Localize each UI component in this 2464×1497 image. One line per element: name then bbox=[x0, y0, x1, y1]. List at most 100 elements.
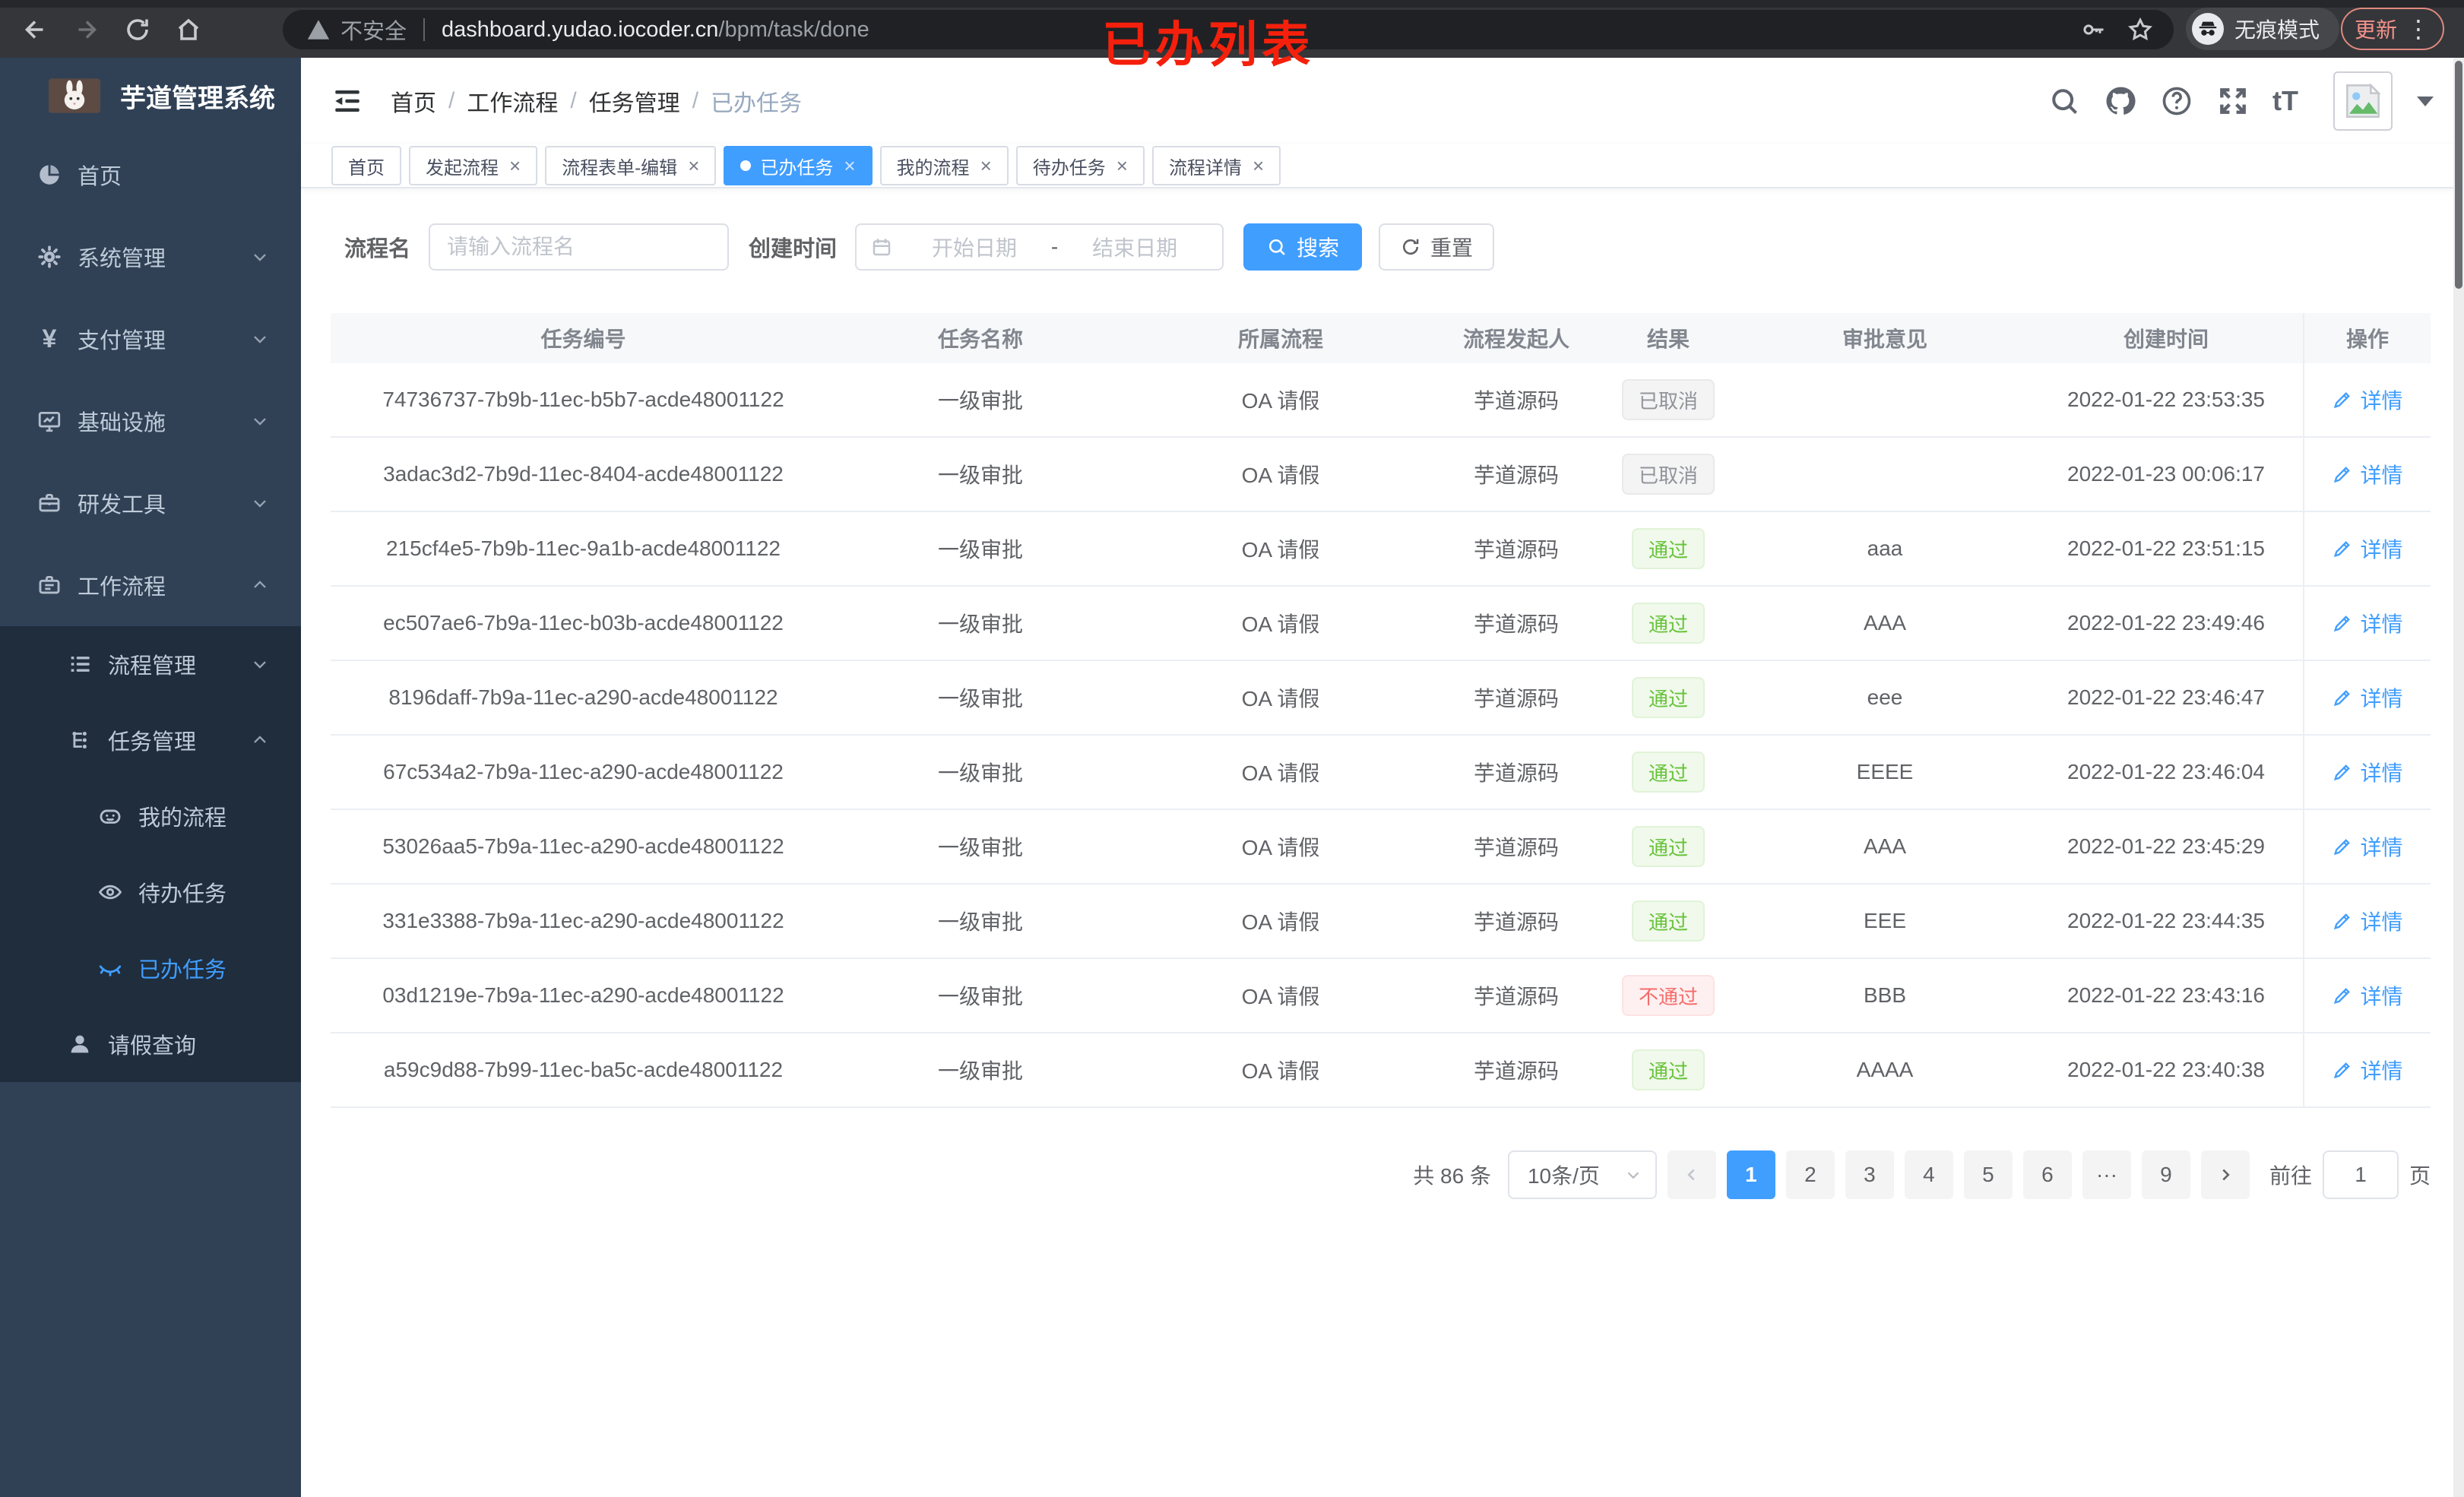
update-button[interactable]: 更新 ⋮ bbox=[2341, 8, 2445, 50]
sidebar-item-process-management[interactable]: 流程管理 bbox=[0, 626, 301, 702]
close-icon[interactable]: × bbox=[980, 156, 992, 176]
sidebar-item-leave-query[interactable]: 请假查询 bbox=[0, 1006, 301, 1082]
content: 流程名 创建时间 开始日期 - 结束日期 搜索 重置 任 bbox=[301, 223, 2464, 1199]
sidebar-item-label: 流程管理 bbox=[108, 654, 197, 679]
tab-todo-tasks[interactable]: 待办任务 × bbox=[1015, 146, 1145, 185]
chevron-down-icon bbox=[249, 492, 271, 514]
cell-starter: 芋道源码 bbox=[1473, 761, 1559, 785]
search-button[interactable]: 搜索 bbox=[1243, 223, 1363, 271]
tab-home[interactable]: 首页 bbox=[331, 146, 401, 185]
sidebar-item-workflow[interactable]: 工作流程 bbox=[0, 544, 301, 626]
cell-starter: 芋道源码 bbox=[1473, 836, 1559, 859]
pager-next-button[interactable] bbox=[2200, 1150, 2250, 1199]
column-header: 创建时间 bbox=[2123, 328, 2209, 351]
cell-starter: 芋道源码 bbox=[1473, 687, 1559, 711]
pager-page-9[interactable]: 9 bbox=[2141, 1150, 2190, 1199]
sidebar-collapse-icon[interactable] bbox=[331, 85, 363, 117]
page-size-select[interactable]: 10条/页 bbox=[1507, 1150, 1657, 1199]
breadcrumb-item[interactable]: 首页 bbox=[391, 84, 436, 118]
tab-done-tasks[interactable]: 已办任务 × bbox=[724, 146, 873, 185]
pager-page-5[interactable]: 5 bbox=[1963, 1150, 2013, 1199]
pager-page-6[interactable]: 6 bbox=[2022, 1150, 2072, 1199]
detail-link[interactable]: 详情 bbox=[2332, 906, 2403, 936]
pager-ellipsis[interactable]: ··· bbox=[2082, 1150, 2131, 1199]
date-range-picker[interactable]: 开始日期 - 结束日期 bbox=[855, 223, 1224, 271]
detail-link[interactable]: 详情 bbox=[2332, 533, 2403, 564]
detail-label: 详情 bbox=[2360, 761, 2403, 785]
key-icon[interactable] bbox=[2079, 16, 2107, 43]
app-title: 芋道管理系统 bbox=[120, 84, 275, 113]
browser-menu-icon[interactable]: ⋮ bbox=[2406, 14, 2431, 43]
github-icon[interactable] bbox=[2104, 84, 2137, 118]
column-header: 结果 bbox=[1646, 328, 1690, 351]
sidebar-item-my-process[interactable]: 我的流程 bbox=[0, 778, 301, 854]
breadcrumb-item[interactable]: 工作流程 bbox=[467, 84, 558, 118]
cell-starter: 芋道源码 bbox=[1473, 1059, 1559, 1083]
reset-button[interactable]: 重置 bbox=[1379, 223, 1495, 271]
sidebar-item-system-management[interactable]: 系统管理 bbox=[0, 216, 301, 298]
scrollbar-thumb[interactable] bbox=[2455, 61, 2462, 289]
detail-link[interactable]: 详情 bbox=[2332, 831, 2403, 862]
sidebar-item-task-management[interactable]: 任务管理 bbox=[0, 702, 301, 778]
tab-start-process[interactable]: 发起流程 × bbox=[409, 146, 538, 185]
browser-forward-button[interactable] bbox=[73, 16, 100, 43]
detail-link[interactable]: 详情 bbox=[2332, 682, 2403, 713]
pager-page-4[interactable]: 4 bbox=[1904, 1150, 1953, 1199]
pager-goto: 前往 页 bbox=[2269, 1150, 2431, 1199]
pager-page-1[interactable]: 1 bbox=[1726, 1150, 1775, 1199]
detail-link[interactable]: 详情 bbox=[2332, 459, 2403, 489]
fontsize-icon[interactable]: tT bbox=[2272, 84, 2306, 118]
fullscreen-icon[interactable] bbox=[2216, 84, 2250, 118]
detail-link[interactable]: 详情 bbox=[2332, 385, 2403, 415]
browser-scrollbar[interactable] bbox=[2453, 58, 2464, 1497]
help-icon[interactable] bbox=[2160, 84, 2193, 118]
cell-comment: BBB bbox=[1863, 983, 1907, 1007]
sidebar: 芋道管理系统 首页 系统管理 ¥ 支付管理 基础设施 研发工具 工作流程流程管理任务管理 我的… bbox=[0, 58, 301, 1497]
detail-link[interactable]: 详情 bbox=[2332, 608, 2403, 638]
tab-process-form-edit[interactable]: 流程表单-编辑 × bbox=[545, 146, 717, 185]
search-icon[interactable] bbox=[2048, 84, 2081, 118]
breadcrumb-item[interactable]: 任务管理 bbox=[589, 84, 680, 118]
bookmark-star-icon[interactable] bbox=[2127, 16, 2154, 43]
tab-my-process[interactable]: 我的流程 × bbox=[879, 146, 1009, 185]
pager-page-3[interactable]: 3 bbox=[1845, 1150, 1894, 1199]
detail-link[interactable]: 详情 bbox=[2332, 980, 2403, 1011]
table-row: a59c9d88-7b99-11ec-ba5c-acde48001122 一级审批… bbox=[331, 1033, 2431, 1108]
user-avatar[interactable] bbox=[2333, 71, 2393, 131]
pager-page-2[interactable]: 2 bbox=[1785, 1150, 1835, 1199]
tags-view-bar: 首页 发起流程 × 流程表单-编辑 × 已办任务 × 我的流程 × 待办任务 × 流程详情 × bbox=[301, 144, 2464, 188]
cell-created-time: 2022-01-22 23:49:46 bbox=[2067, 611, 2265, 635]
user-icon bbox=[67, 1031, 93, 1057]
chevron-down-icon bbox=[1623, 1165, 1643, 1185]
goto-page-input[interactable] bbox=[2322, 1150, 2399, 1199]
table-row: 3adac3d2-7b9d-11ec-8404-acde48001122 一级审批… bbox=[331, 438, 2431, 512]
cell-actions: 详情 bbox=[2303, 885, 2431, 957]
sidebar-item-dev-tools[interactable]: 研发工具 bbox=[0, 462, 301, 544]
close-icon[interactable]: × bbox=[1253, 156, 1264, 176]
browser-back-button[interactable] bbox=[21, 16, 49, 43]
cell-created-time: 2022-01-22 23:46:47 bbox=[2067, 685, 2265, 709]
process-name-input[interactable] bbox=[429, 223, 730, 271]
sidebar-item-home[interactable]: 首页 bbox=[0, 134, 301, 216]
sidebar-item-infrastructure[interactable]: 基础设施 bbox=[0, 380, 301, 462]
detail-label: 详情 bbox=[2360, 389, 2403, 413]
detail-link[interactable]: 详情 bbox=[2332, 1055, 2403, 1085]
tab-process-detail[interactable]: 流程详情 × bbox=[1151, 146, 1281, 185]
sidebar-item-payment-management[interactable]: ¥ 支付管理 bbox=[0, 298, 301, 380]
sidebar-item-done-tasks[interactable]: 已办任务 bbox=[0, 930, 301, 1006]
tab-label: 流程详情 bbox=[1168, 157, 1242, 179]
search-icon bbox=[1266, 236, 1287, 258]
pager-prev-button[interactable] bbox=[1667, 1150, 1716, 1199]
browser-home-button[interactable] bbox=[175, 16, 202, 43]
detail-link[interactable]: 详情 bbox=[2332, 757, 2403, 787]
page-header: 首页 / 工作流程 / 任务管理 / 已办任务 tT bbox=[301, 58, 2464, 144]
browser-reload-button[interactable] bbox=[124, 16, 151, 43]
close-icon[interactable]: × bbox=[688, 156, 699, 176]
close-icon[interactable]: × bbox=[1116, 156, 1128, 176]
sidebar-item-todo-tasks[interactable]: 待办任务 bbox=[0, 854, 301, 930]
close-icon[interactable]: × bbox=[844, 156, 855, 176]
close-icon[interactable]: × bbox=[509, 156, 521, 176]
cell-actions: 详情 bbox=[2303, 438, 2431, 511]
breadcrumb: 首页 / 工作流程 / 任务管理 / 已办任务 bbox=[391, 84, 802, 118]
caret-down-icon[interactable] bbox=[2417, 96, 2434, 106]
